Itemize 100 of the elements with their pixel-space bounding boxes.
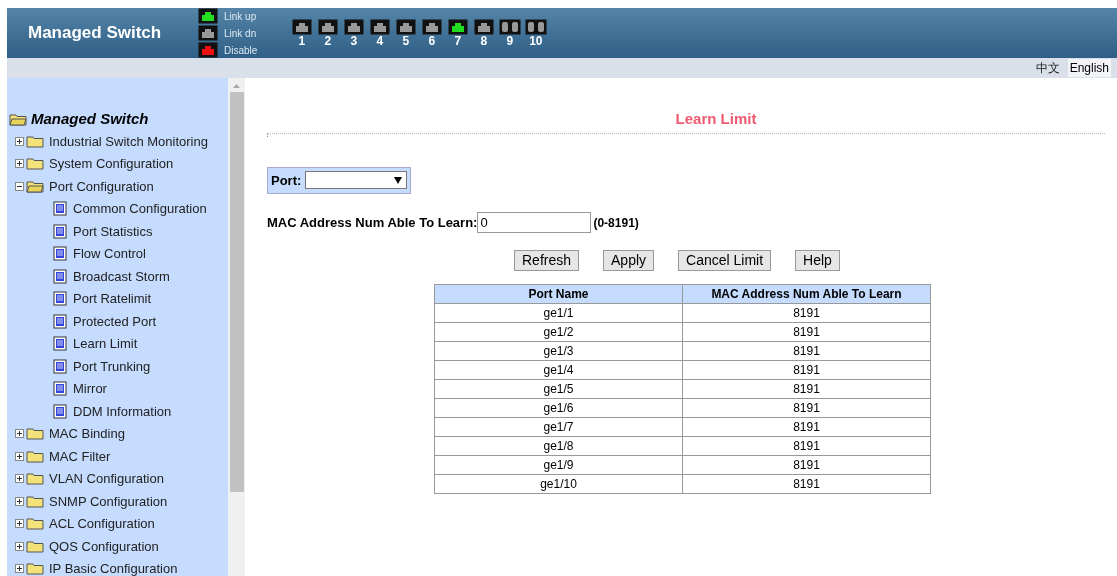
- tree-item[interactable]: Flow Control: [73, 244, 146, 264]
- document-icon: [53, 403, 67, 419]
- folder-icon: [26, 134, 44, 148]
- port-number: 7: [454, 34, 462, 48]
- table-cell: ge1/7: [434, 417, 683, 437]
- mac-limit-field[interactable]: 0: [477, 212, 592, 233]
- header-title: Managed Switch: [28, 22, 163, 45]
- table-cell: 8191: [682, 474, 931, 494]
- table-cell: 8191: [682, 455, 931, 475]
- table-cell: 8191: [682, 436, 931, 456]
- folder-icon: [26, 427, 44, 441]
- folder-icon: [26, 517, 44, 531]
- port-number: 9: [506, 34, 514, 48]
- tree-item[interactable]: Port Statistics: [73, 221, 153, 241]
- port-select[interactable]: [305, 171, 408, 190]
- column-header: MAC Address Num Able To Learn: [682, 284, 931, 304]
- tree-item[interactable]: MAC Binding: [49, 424, 125, 444]
- expand-icon[interactable]: [15, 496, 24, 506]
- document-icon: [53, 291, 67, 307]
- folder-icon: [26, 539, 44, 553]
- port-number: 4: [376, 34, 384, 48]
- table-cell: 8191: [682, 417, 931, 437]
- document-icon: [53, 201, 67, 217]
- document-icon: [53, 381, 67, 397]
- legend-label: Link dn: [224, 26, 257, 41]
- port-number: 8: [480, 34, 488, 48]
- language-link[interactable]: 中文: [1033, 59, 1062, 77]
- page-title: Learn Limit: [674, 109, 758, 129]
- mac-limit-range: (0-8191): [593, 214, 639, 232]
- document-icon: [53, 223, 67, 239]
- tree-item[interactable]: System Configuration: [49, 154, 174, 174]
- table-cell: ge1/5: [434, 379, 683, 399]
- port-label: Port:: [271, 171, 302, 190]
- table-cell: 8191: [682, 360, 931, 380]
- tree-item[interactable]: Broadcast Storm: [73, 266, 170, 286]
- legend-label: Disable: [224, 43, 258, 58]
- expand-icon[interactable]: [15, 519, 24, 529]
- port-number: 2: [324, 34, 332, 48]
- tree-item[interactable]: Mirror: [73, 379, 107, 399]
- scrollbar[interactable]: [228, 78, 245, 576]
- action-button[interactable]: Apply: [603, 250, 655, 271]
- column-header: Port Name: [434, 284, 683, 304]
- expand-icon[interactable]: [15, 541, 24, 551]
- table-cell: ge1/6: [434, 398, 683, 418]
- legend-label: Link up: [224, 9, 257, 24]
- action-button[interactable]: Help: [795, 250, 840, 271]
- tree-item[interactable]: Learn Limit: [73, 334, 138, 354]
- expand-icon[interactable]: [15, 136, 24, 146]
- tree-item[interactable]: SNMP Configuration: [49, 491, 168, 511]
- expand-icon[interactable]: [15, 564, 24, 574]
- action-button[interactable]: Cancel Limit: [678, 250, 772, 271]
- port-number: 5: [402, 34, 410, 48]
- table-cell: ge1/8: [434, 436, 683, 456]
- table-cell: 8191: [682, 398, 931, 418]
- tree-item[interactable]: Port Configuration: [49, 176, 154, 196]
- table-cell: ge1/2: [434, 322, 683, 342]
- port-number: 3: [350, 34, 358, 48]
- table-cell: ge1/10: [434, 474, 683, 494]
- folder-icon: [26, 449, 44, 463]
- tree-item[interactable]: QOS Configuration: [49, 536, 159, 556]
- port-number: 6: [428, 34, 436, 48]
- tree-item[interactable]: Port Ratelimit: [73, 289, 152, 309]
- table-cell: ge1/4: [434, 360, 683, 380]
- port-number: 1: [298, 34, 306, 48]
- document-icon: [53, 336, 67, 352]
- action-button[interactable]: Refresh: [514, 250, 580, 271]
- document-icon: [53, 313, 67, 329]
- open-folder-icon: [9, 112, 27, 126]
- table-cell: ge1/1: [434, 303, 683, 323]
- tree-item[interactable]: ACL Configuration: [49, 514, 155, 534]
- tree-item[interactable]: Protected Port: [73, 311, 157, 331]
- open-folder-icon: [26, 179, 44, 193]
- tree-item[interactable]: DDM Information: [73, 401, 172, 421]
- tree-item[interactable]: IP Basic Configuration: [49, 559, 178, 576]
- document-icon: [53, 246, 67, 262]
- port-number: 10: [529, 34, 543, 48]
- mac-limit-label: MAC Address Num Able To Learn:: [267, 213, 478, 232]
- expand-icon[interactable]: [15, 159, 24, 169]
- tree-item[interactable]: Port Trunking: [73, 356, 151, 376]
- tree-root-label[interactable]: Managed Switch: [31, 107, 149, 131]
- table-cell: 8191: [682, 303, 931, 323]
- tree-item[interactable]: VLAN Configuration: [49, 469, 164, 489]
- folder-icon: [26, 562, 44, 576]
- tree-item[interactable]: MAC Filter: [49, 446, 111, 466]
- folder-icon: [26, 472, 44, 486]
- table-cell: ge1/9: [434, 455, 683, 475]
- document-icon: [53, 358, 67, 374]
- expand-icon[interactable]: [15, 451, 24, 461]
- table-cell: 8191: [682, 322, 931, 342]
- tree-item[interactable]: Industrial Switch Monitoring: [49, 131, 208, 151]
- scrollbar-thumb[interactable]: [229, 92, 244, 492]
- language-link[interactable]: English: [1067, 59, 1111, 77]
- folder-icon: [26, 157, 44, 171]
- expand-icon[interactable]: [15, 429, 24, 439]
- expand-icon[interactable]: [15, 474, 24, 484]
- table-cell: 8191: [682, 379, 931, 399]
- collapse-icon[interactable]: [15, 181, 24, 191]
- table-cell: 8191: [682, 341, 931, 361]
- tree-item[interactable]: Common Configuration: [73, 199, 207, 219]
- folder-icon: [26, 494, 44, 508]
